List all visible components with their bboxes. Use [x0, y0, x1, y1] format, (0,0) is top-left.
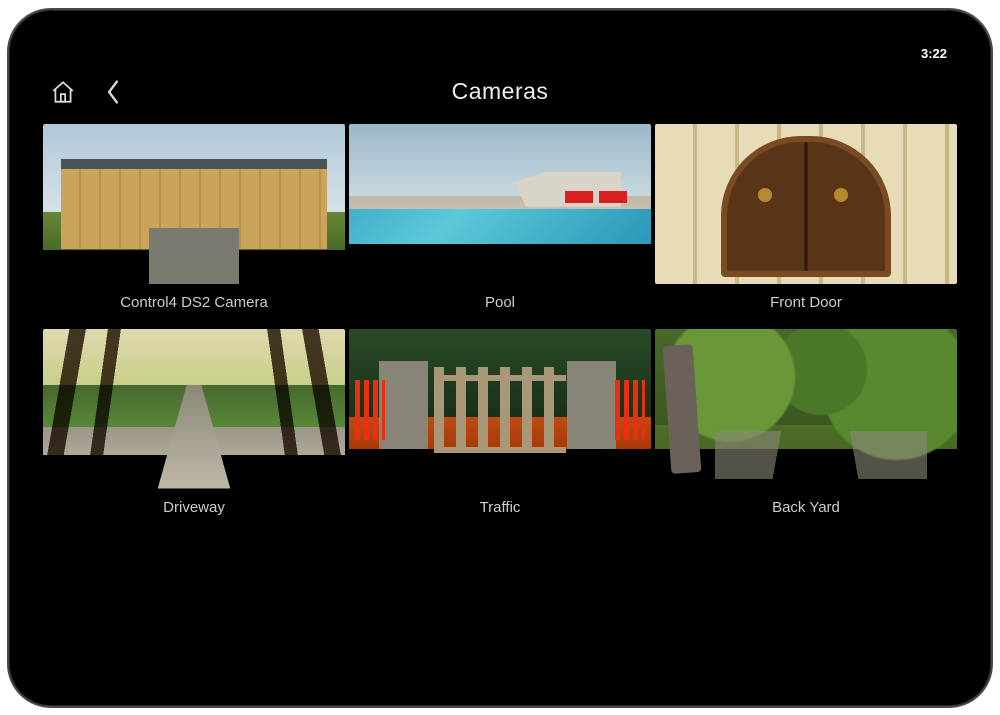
camera-label: Traffic	[349, 489, 651, 530]
camera-label: Driveway	[43, 489, 345, 530]
page-title: Cameras	[452, 78, 549, 105]
camera-tile-front-door[interactable]: Front Door	[655, 124, 957, 325]
back-button[interactable]	[97, 76, 129, 108]
camera-thumbnail	[43, 329, 345, 489]
camera-label: Back Yard	[655, 489, 957, 530]
screen: 3:22 Cameras	[39, 40, 961, 676]
home-button[interactable]	[47, 76, 79, 108]
tablet-frame: 3:22 Cameras	[7, 8, 993, 708]
camera-thumbnail	[43, 124, 345, 284]
camera-tile-traffic[interactable]: Traffic	[349, 329, 651, 530]
status-time: 3:22	[921, 46, 947, 61]
camera-thumbnail	[655, 329, 957, 489]
camera-tile-control4-ds2[interactable]: Control4 DS2 Camera	[43, 124, 345, 325]
fence-decor	[355, 380, 385, 441]
camera-thumbnail	[349, 124, 651, 284]
camera-label: Pool	[349, 284, 651, 325]
camera-grid: Control4 DS2 Camera Pool Front Door Driv…	[39, 120, 961, 676]
header-left	[47, 76, 129, 108]
header: Cameras	[39, 64, 961, 120]
status-bar: 3:22	[39, 40, 961, 64]
camera-tile-driveway[interactable]: Driveway	[43, 329, 345, 530]
camera-tile-back-yard[interactable]: Back Yard	[655, 329, 957, 530]
camera-label: Front Door	[655, 284, 957, 325]
camera-thumbnail	[655, 124, 957, 284]
camera-tile-pool[interactable]: Pool	[349, 124, 651, 325]
chevron-left-icon	[104, 79, 122, 105]
home-icon	[50, 79, 76, 105]
camera-thumbnail	[349, 329, 651, 489]
fence-decor	[615, 380, 645, 441]
camera-label: Control4 DS2 Camera	[43, 284, 345, 325]
